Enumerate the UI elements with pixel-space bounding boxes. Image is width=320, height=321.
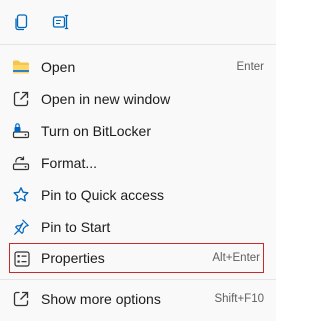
menu-item-label: Open	[41, 59, 76, 75]
menu-item-format[interactable]: Format...	[4, 147, 268, 179]
menu-item-label: Turn on BitLocker	[41, 123, 151, 139]
menu-item-label: Pin to Quick access	[41, 187, 164, 203]
menu-item-label: Show more options	[41, 291, 161, 307]
menu-item-turn-on-bitlocker[interactable]: Turn on BitLocker	[4, 115, 268, 147]
menu-item-show-more-options[interactable]: Show more options Shift+F10	[4, 283, 268, 315]
rename-icon	[52, 13, 70, 31]
pin-icon	[12, 218, 30, 236]
bitlocker-icon	[12, 122, 30, 140]
context-menu-toolbar	[0, 0, 276, 44]
menu-item-label: Pin to Start	[41, 219, 111, 235]
menu-item-open[interactable]: Open Enter	[4, 51, 268, 83]
properties-icon	[13, 250, 31, 268]
menu-item-open-in-new-window[interactable]: Open in new window	[4, 83, 268, 115]
menu-item-shortcut: Alt+Enter	[212, 252, 260, 264]
menu-item-pin-to-start[interactable]: Pin to Start	[4, 211, 268, 243]
menu-divider	[0, 279, 276, 280]
star-icon	[12, 186, 30, 204]
copy-icon	[13, 13, 31, 31]
more-options-icon	[12, 290, 30, 308]
open-new-window-icon	[12, 90, 30, 108]
menu-item-label: Properties	[41, 250, 105, 266]
rename-button[interactable]	[46, 7, 76, 37]
menu-item-shortcut: Enter	[236, 61, 265, 73]
menu-item-pin-to-quick-access[interactable]: Pin to Quick access	[4, 179, 268, 211]
menu-item-properties[interactable]: Properties Alt+Enter	[9, 243, 264, 273]
copy-button[interactable]	[7, 7, 37, 37]
menu-item-label: Open in new window	[41, 91, 171, 107]
context-menu: Open Enter Open in new window Turn on Bi…	[0, 0, 276, 321]
menu-item-shortcut: Shift+F10	[214, 293, 264, 305]
format-icon	[12, 154, 30, 172]
toolbar-divider	[0, 44, 276, 45]
folder-icon	[12, 58, 30, 76]
menu-item-label: Format...	[41, 155, 98, 171]
